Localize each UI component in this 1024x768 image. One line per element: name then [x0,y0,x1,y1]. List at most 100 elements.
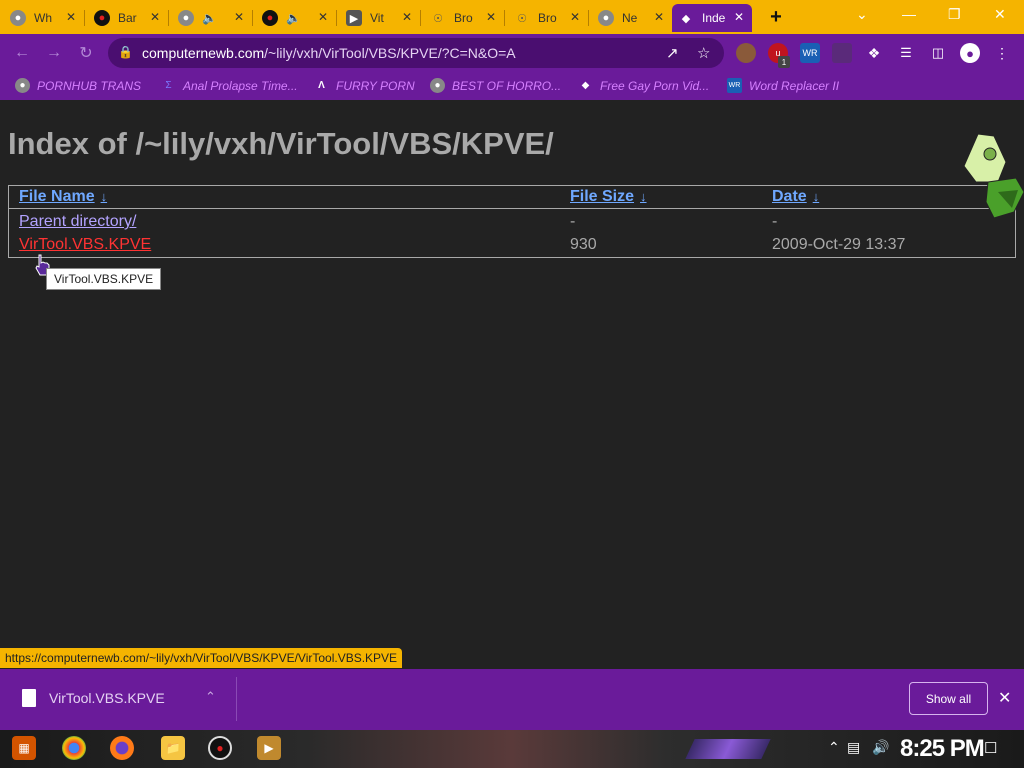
close-window-button[interactable]: ✕ [994,6,1006,23]
side-panel-icon[interactable]: ◫ [928,43,948,63]
close-tab-icon[interactable]: ✕ [318,10,328,24]
extension-icon[interactable] [832,43,852,63]
share-icon[interactable]: ↗ [666,44,679,62]
profile-icon[interactable]: ● [960,43,980,63]
tab-2[interactable]: ● Bar ✕ [88,4,169,32]
bookmark-label: Word Replacer II [749,78,840,93]
tab-title: Bro [454,11,473,25]
file-date-cell: 2009-Oct-29 13:37 [772,236,906,253]
minimize-button[interactable]: — [902,6,916,22]
reload-icon[interactable]: ↻ [76,43,96,63]
bookmark-item[interactable]: Σ Anal Prolapse Time... [161,78,298,93]
column-header-label[interactable]: Date [772,188,807,205]
lambda-icon: Λ [318,80,325,91]
sort-arrow-icon[interactable]: ↓ [101,189,108,204]
tab-9-active[interactable]: ◆ Inde ✕ [672,4,752,32]
link-tooltip: VirTool.VBS.KPVE [46,268,162,290]
chevron-up-icon[interactable]: ⌃ [205,689,216,705]
tab-separator [252,10,253,26]
tab-6[interactable]: ☉ Bro ✕ [424,4,505,32]
tab-4[interactable]: ● 🔈 ✕ [256,4,337,32]
show-all-button[interactable]: Show all [909,682,988,715]
bookmark-label: Free Gay Porn Vid... [600,78,710,93]
tab-separator [336,10,337,26]
bookmark-label: Anal Prolapse Time... [183,78,298,93]
close-tab-icon[interactable]: ✕ [150,10,160,24]
page-content: Index of /~lily/vxh/VirTool/VBS/KPVE/ Fi… [0,100,1024,669]
word-replacer-icon[interactable]: WR [800,43,820,63]
address-bar[interactable]: 🔒 computernewb.com/~lily/vxh/VirTool/VBS… [108,38,724,68]
wr-icon: WR [727,78,742,93]
close-tab-icon[interactable]: ✕ [486,10,496,24]
bookmark-label: FURRY PORN [336,78,415,93]
lock-icon[interactable]: 🔒 [118,45,133,61]
notifications-icon[interactable]: ☐ [984,739,997,757]
file-icon[interactable] [22,689,36,707]
gem-icon: ◆ [681,12,691,25]
url-domain: computernewb.com [142,45,265,61]
volume-icon[interactable]: 🔊 [872,739,889,756]
firefox-taskbar-icon[interactable] [110,736,134,760]
recorder-taskbar-icon[interactable]: ● [208,736,232,760]
chrome-icon: ● [178,10,194,26]
chrome-taskbar-icon[interactable] [62,736,86,760]
column-header-label[interactable]: File Size [570,188,634,205]
file-size-cell: 930 [570,236,597,253]
close-tab-icon[interactable]: ✕ [234,10,244,24]
tab-8[interactable]: ● Ne ✕ [592,4,672,32]
close-tab-icon[interactable]: ✕ [570,10,580,24]
column-header-size[interactable]: File Size ↓ [570,188,647,206]
close-tab-icon[interactable]: ✕ [734,10,744,24]
download-file-name[interactable]: VirTool.VBS.KPVE [49,690,165,706]
close-tab-icon[interactable]: ✕ [66,10,76,24]
download-shelf: VirTool.VBS.KPVE ⌃ Show all ✕ [0,669,1024,730]
back-icon[interactable]: ← [12,43,32,63]
file-link[interactable]: VirTool.VBS.KPVE [19,236,151,254]
close-tab-icon[interactable]: ✕ [654,10,664,24]
taskbar-decoration [685,739,771,759]
menu-icon[interactable]: ⋮ [992,43,1012,63]
tab-7[interactable]: ☉ Bro ✕ [508,4,589,32]
avatar-extension-icon[interactable] [736,43,756,63]
toolbar: ← → ↻ 🔒 computernewb.com/~lily/vxh/VirTo… [0,34,1024,72]
bookmark-item[interactable]: ● BEST OF HORRO... [430,78,561,93]
tab-strip: ● Wh ✕ ● Bar ✕ ● 🔈 ✕ ● 🔈 ✕ ▶ Vit ✕ ☉ Bro… [0,0,1024,34]
column-header-label[interactable]: File Name [19,188,95,205]
media-control-icon[interactable]: ☰ [896,43,916,63]
bookmark-star-icon[interactable]: ☆ [697,44,710,62]
bookmark-item[interactable]: ● PORNHUB TRANS [15,78,141,93]
sort-arrow-icon[interactable]: ↓ [813,189,820,204]
restore-button[interactable]: ❐ [948,6,961,23]
parent-directory-link[interactable]: Parent directory/ [19,213,136,231]
gem-icon: ◆ [581,80,590,91]
close-shelf-icon[interactable]: ✕ [998,688,1011,708]
start-button-icon[interactable]: ▦ [12,736,36,760]
tab-separator [588,10,589,26]
chevron-up-icon[interactable]: ⌃ [828,739,840,756]
bookmark-item[interactable]: WR Word Replacer II [727,78,839,93]
column-header-name[interactable]: File Name ↓ [19,188,107,206]
bookmark-item[interactable]: Λ FURRY PORN [314,78,415,93]
taskbar: ▦ 📁 ● ▶ ⌃ ▤ 🔊 8:25 PM ☐ [0,730,1024,768]
sort-arrow-icon[interactable]: ↓ [640,189,647,204]
media-player-taskbar-icon[interactable]: ▶ [257,736,281,760]
taskbar-clock[interactable]: 8:25 PM [900,735,985,763]
file-explorer-icon[interactable]: 📁 [161,736,185,760]
tab-title: Inde [702,11,726,25]
tab-1[interactable]: ● Wh ✕ [4,4,85,32]
column-header-date[interactable]: Date ↓ [772,188,819,206]
link-status-bar: https://computernewb.com/~lily/vxh/VirTo… [0,648,403,668]
close-tab-icon[interactable]: ✕ [402,10,412,24]
tab-5[interactable]: ▶ Vit ✕ [340,4,421,32]
tab-3[interactable]: ● 🔈 ✕ [172,4,253,32]
new-tab-button[interactable]: + [762,5,790,29]
url-text[interactable]: computernewb.com/~lily/vxh/VirTool/VBS/K… [142,45,516,61]
chrome-icon: ● [598,10,614,26]
tab-search-icon[interactable]: ⌄ [856,6,868,23]
bookmark-label: BEST OF HORRO... [452,78,562,93]
bookmark-item[interactable]: ◆ Free Gay Porn Vid... [578,78,710,93]
network-icon[interactable]: ▤ [847,739,860,756]
forward-icon[interactable]: → [44,43,64,63]
file-date-cell: - [772,213,778,230]
puzzle-icon[interactable]: ❖ [864,43,884,63]
